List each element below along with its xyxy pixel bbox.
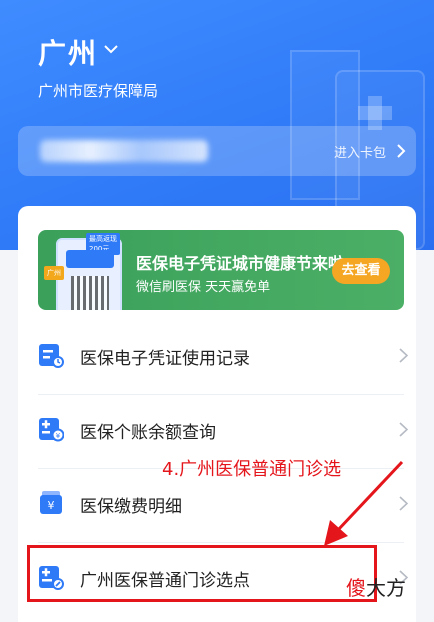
menu-item-label: 医保个账余额查询: [80, 423, 216, 443]
promo-banner[interactable]: 最高返现200元 广州 医保电子凭证城市健康节来啦 微信刷医保 天天赢免单 去查…: [38, 230, 404, 310]
chevron-right-icon: [399, 422, 408, 437]
chevron-right-icon: [399, 348, 408, 363]
blurred-card-name: [40, 140, 208, 162]
city-title[interactable]: 广州: [38, 32, 98, 72]
chevron-down-icon[interactable]: [104, 42, 118, 56]
banner-title: 医保电子凭证城市健康节来啦: [136, 254, 345, 273]
annotation-highlight-box: [27, 545, 377, 602]
payment-icon: ¥: [40, 491, 62, 514]
phone-topbar: [66, 250, 114, 268]
svg-text:¥: ¥: [48, 499, 55, 512]
location-pin-badge: 广州: [44, 266, 64, 280]
svg-text:¥: ¥: [56, 432, 61, 440]
watermark-text: 大方: [366, 576, 406, 600]
watermark: 傻大方: [346, 572, 406, 601]
chevron-right-icon[interactable]: [396, 144, 406, 158]
card-entry[interactable]: 进入卡包: [18, 126, 416, 176]
banner-view-button[interactable]: 去查看: [332, 258, 390, 284]
banner-subtitle: 微信刷医保 天天赢免单: [136, 280, 271, 295]
balance-icon: ¥: [39, 418, 64, 442]
menu-item-label: 医保电子凭证使用记录: [80, 349, 250, 369]
phone-illustration: 最高返现200元: [56, 233, 122, 310]
record-icon: [39, 344, 64, 368]
bureau-name: 广州市医疗保障局: [38, 82, 159, 100]
chevron-right-icon: [399, 496, 408, 511]
watermark-char: 傻: [346, 576, 366, 600]
menu-item-label: 医保缴费明细: [80, 497, 182, 517]
decor-cross: [358, 106, 392, 120]
menu-item-usage-record[interactable]: 医保电子凭证使用记录: [18, 320, 416, 392]
annotation-text: 4.广州医保普通门诊选: [162, 459, 342, 480]
qr-code-icon: [71, 276, 109, 310]
card-link-label[interactable]: 进入卡包: [334, 142, 386, 161]
